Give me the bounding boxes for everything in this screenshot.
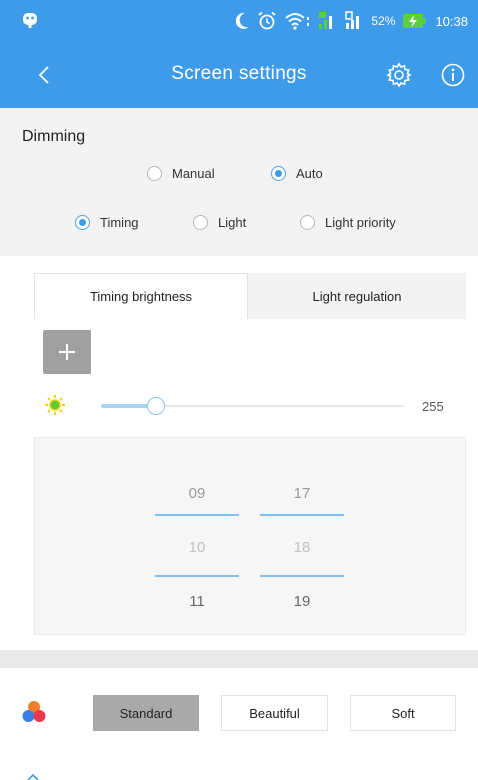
clock-time: 10:38 — [435, 13, 468, 29]
battery-percent: 52% — [371, 14, 396, 28]
hour-item[interactable]: 11 — [155, 593, 239, 610]
signal-icon — [345, 11, 360, 29]
dimming-label: Dimming — [22, 128, 86, 145]
theme-section: Standard Beautiful Soft — [0, 668, 478, 780]
selection-line — [260, 514, 344, 516]
brightness-max-value: 255 — [422, 399, 444, 414]
hour-wheel[interactable]: 09 10 11 — [155, 438, 239, 636]
hour-item[interactable]: 09 — [155, 485, 239, 502]
selection-line — [260, 575, 344, 577]
tab-light-regulation[interactable]: Light regulation — [248, 273, 466, 319]
radio-label: Light — [218, 215, 247, 230]
slider-thumb[interactable] — [146, 397, 165, 415]
battery-charging-icon — [403, 14, 426, 28]
radio-label: Manual — [172, 166, 215, 181]
selection-line — [155, 514, 239, 516]
add-time-button[interactable] — [43, 330, 91, 374]
brightness-slider[interactable] — [101, 396, 404, 416]
robot-icon — [23, 13, 37, 28]
hour-item[interactable]: 10 — [155, 539, 239, 556]
radio-timing[interactable]: Timing — [75, 215, 139, 230]
theme-soft-button[interactable]: Soft — [350, 695, 456, 731]
radio-auto[interactable]: Auto — [271, 166, 323, 181]
radio-label: Light priority — [325, 215, 396, 230]
gear-icon[interactable] — [386, 62, 412, 88]
theme-standard-button[interactable]: Standard — [93, 695, 199, 731]
tab-timing-brightness[interactable]: Timing brightness — [34, 273, 248, 319]
radio-label: Auto — [296, 166, 323, 181]
partial-icon — [27, 774, 39, 780]
minute-item[interactable]: 17 — [260, 485, 344, 502]
radio-indicator — [271, 166, 286, 181]
alarm-icon — [258, 11, 276, 30]
brightness-icon — [45, 395, 65, 415]
radio-indicator — [75, 215, 90, 230]
moon-icon — [236, 12, 250, 29]
section-divider — [0, 650, 478, 668]
minute-wheel[interactable]: 17 18 19 — [260, 438, 344, 636]
app-bar: Screen settings — [0, 42, 478, 108]
minute-item[interactable]: 19 — [260, 593, 344, 610]
wifi-icon — [285, 13, 310, 30]
plus-icon — [59, 344, 75, 360]
status-bar: 52% 10:38 — [0, 0, 478, 42]
radio-label: Timing — [100, 215, 139, 230]
theme-beautiful-button[interactable]: Beautiful — [221, 695, 328, 731]
info-icon[interactable] — [440, 62, 466, 88]
radio-light[interactable]: Light — [193, 215, 246, 230]
radio-manual[interactable]: Manual — [147, 166, 215, 181]
radio-indicator — [300, 215, 315, 230]
radio-light-priority[interactable]: Light priority — [300, 215, 396, 230]
palette-icon — [22, 701, 46, 722]
tab-bar: Timing brightness Light regulation — [34, 273, 466, 319]
radio-indicator — [147, 166, 162, 181]
radio-indicator — [193, 215, 208, 230]
minute-item[interactable]: 18 — [260, 539, 344, 556]
signal-icon — [319, 12, 333, 29]
selection-line — [155, 575, 239, 577]
dimming-section: Dimming Manual Auto Timing Light Light p… — [0, 108, 478, 256]
brightness-panel: Timing brightness Light regulation 255 0… — [0, 256, 478, 650]
time-picker: 09 10 11 17 18 19 — [34, 437, 466, 635]
